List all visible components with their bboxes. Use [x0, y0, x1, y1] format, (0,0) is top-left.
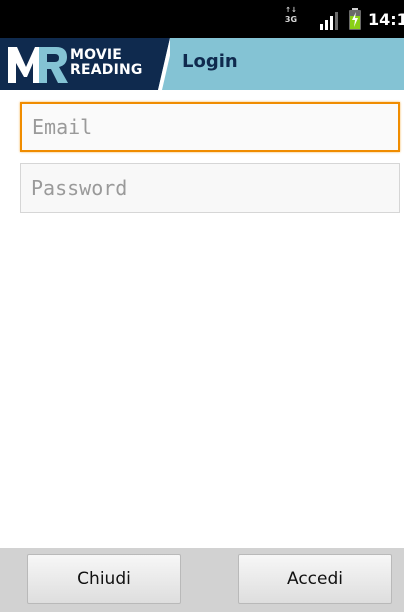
title-bar: MOVIE READING Login — [0, 38, 404, 90]
status-bar: ↑↓ 3G 14:11 — [0, 0, 404, 38]
battery-charging-icon — [349, 8, 361, 30]
logo-line2: READING — [70, 62, 143, 78]
network-type-icon: ↑↓ 3G — [284, 6, 298, 24]
signal-strength-icon — [320, 12, 338, 30]
status-clock: 14:11 — [368, 10, 404, 29]
logo-text: MOVIE READING — [70, 48, 143, 78]
email-field[interactable] — [20, 102, 400, 152]
bottom-button-bar: Chiudi Accedi — [0, 548, 404, 612]
logo-mr-mark — [8, 47, 68, 83]
network-type-label: 3G — [284, 15, 298, 24]
close-button[interactable]: Chiudi — [27, 554, 181, 604]
app-logo: MOVIE READING — [0, 38, 170, 90]
logo-line1: MOVIE — [70, 47, 123, 63]
password-field[interactable] — [20, 163, 400, 213]
page-title: Login — [182, 51, 238, 72]
login-button[interactable]: Accedi — [238, 554, 392, 604]
